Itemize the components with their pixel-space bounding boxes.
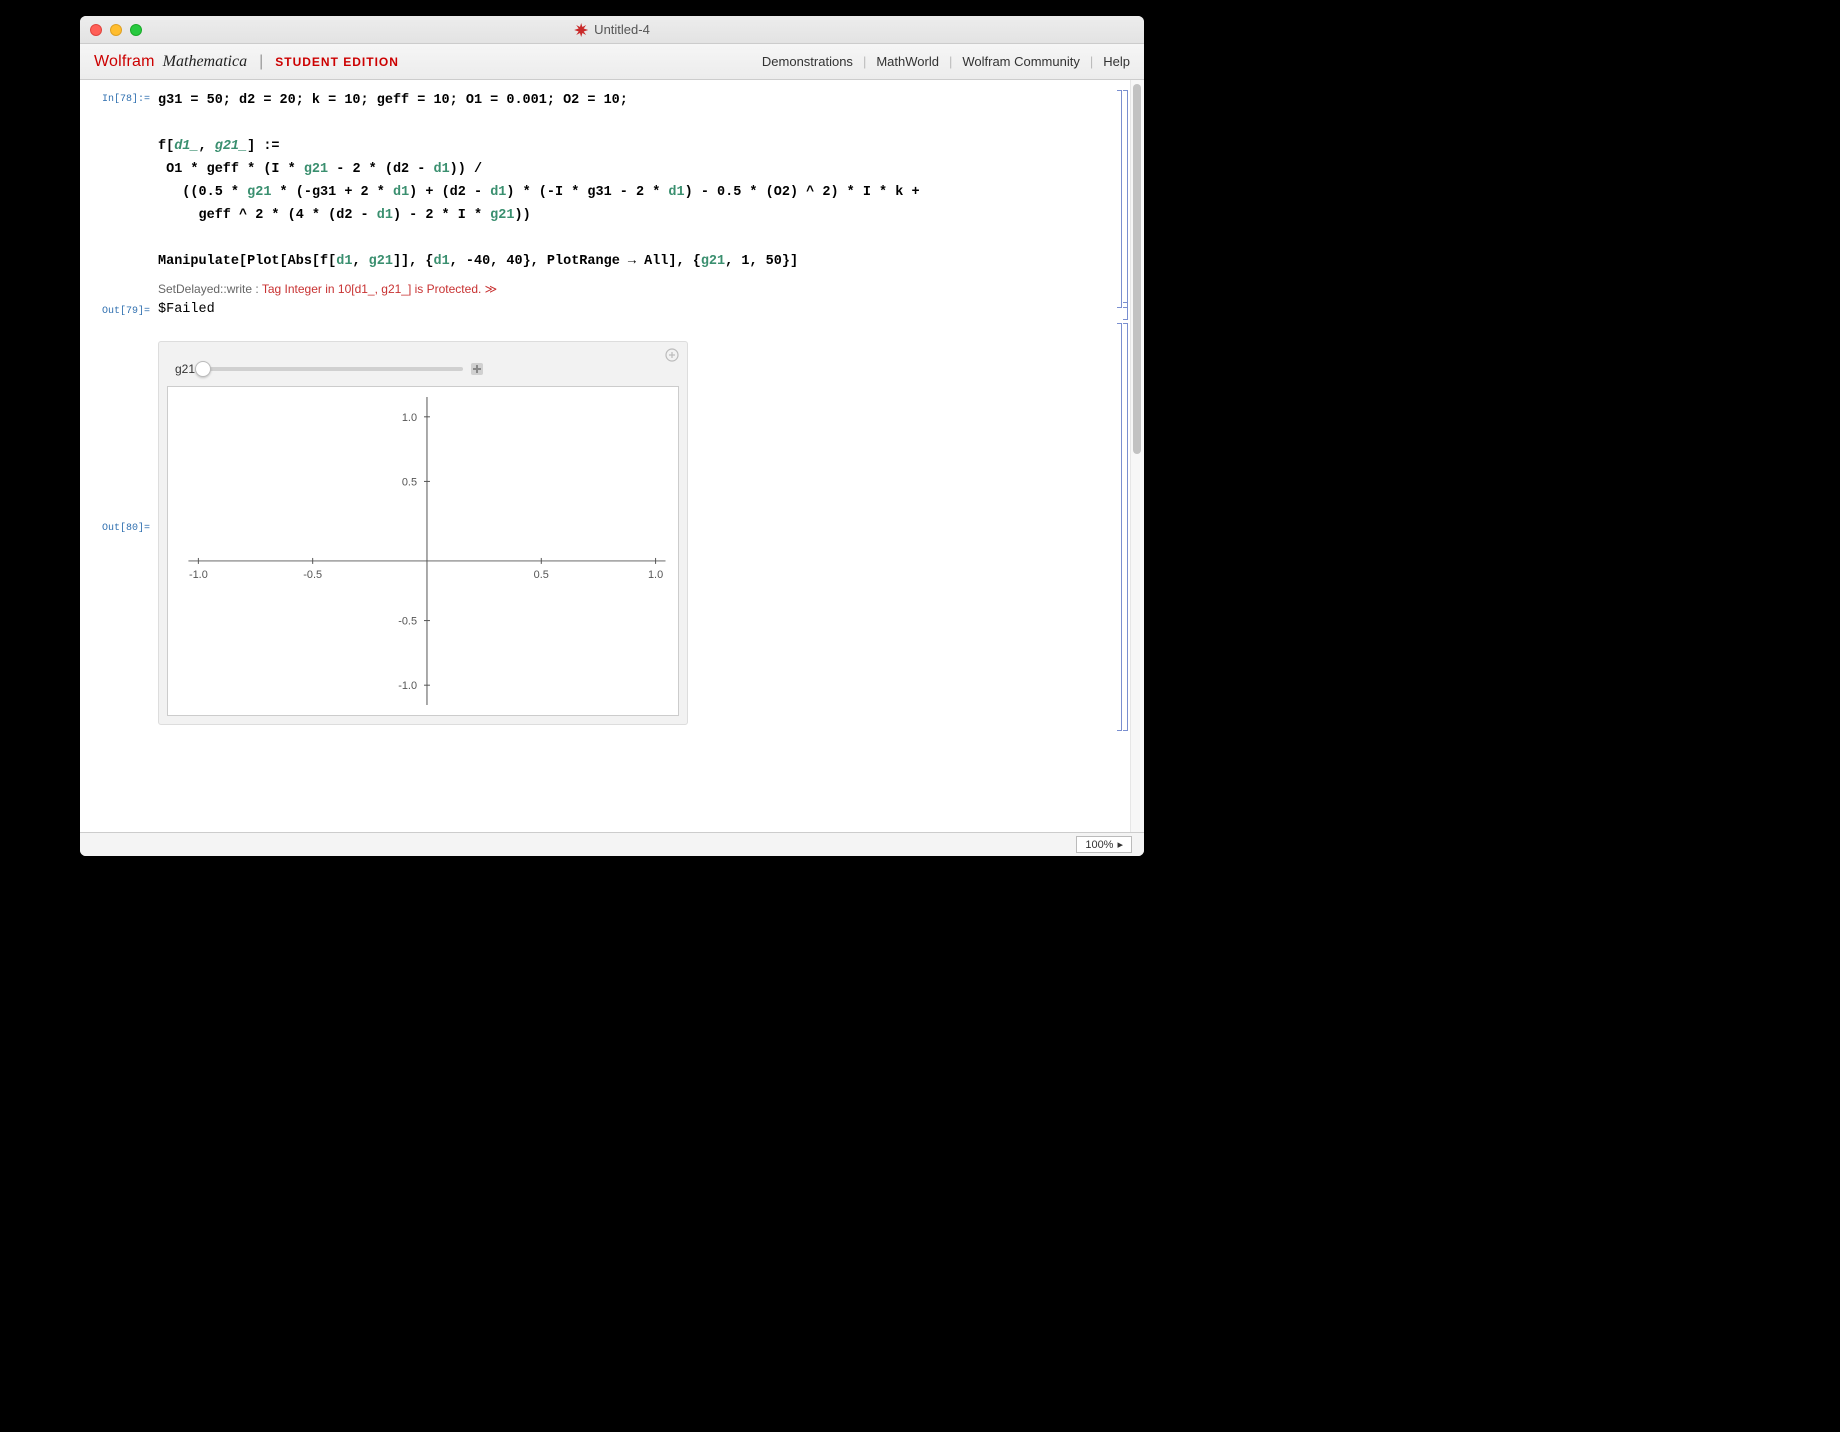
scrollbar[interactable] <box>1130 80 1144 832</box>
link-help[interactable]: Help <box>1103 54 1130 69</box>
brand-separator: | <box>255 53 267 71</box>
link-community[interactable]: Wolfram Community <box>962 54 1080 69</box>
traffic-lights <box>90 24 142 36</box>
zoom-button[interactable] <box>130 24 142 36</box>
toolbar-links: Demonstrations | MathWorld | Wolfram Com… <box>762 54 1130 69</box>
zoom-value: 100% <box>1085 839 1113 851</box>
output-cell-80: Out[80]= g21 <box>80 323 1130 725</box>
window-title: Untitled-4 <box>574 22 650 37</box>
code-line-6[interactable]: Manipulate[Plot[Abs[f[d1, g21]], {d1, -4… <box>158 251 1094 274</box>
code-line-4[interactable]: ((0.5 * g21 * (-g31 + 2 * d1) + (d2 - d1… <box>158 182 1094 205</box>
msg-body: Tag Integer in 10[d1_, g21_] is Protecte… <box>262 282 481 296</box>
plot-area: -1.0 -0.5 0.5 1.0 1.0 0.5 <box>167 386 679 716</box>
scrollbar-thumb[interactable] <box>1133 84 1141 454</box>
msg-more-icon[interactable]: ≫ <box>481 282 497 296</box>
manipulate-options-icon[interactable] <box>665 348 679 365</box>
slider-label: g21 <box>175 362 195 376</box>
slider-thumb[interactable] <box>195 361 211 377</box>
out80-label: Out[80]= <box>80 323 158 534</box>
code-line-2[interactable]: f[d1_, g21_] := <box>158 136 1094 159</box>
titlebar: Untitled-4 <box>80 16 1144 44</box>
brand: Wolfram Mathematica | STUDENT EDITION <box>94 53 399 71</box>
svg-text:0.5: 0.5 <box>402 476 417 488</box>
manipulate-panel: g21 <box>158 341 688 725</box>
svg-text:-0.5: -0.5 <box>303 568 322 580</box>
app-window: Untitled-4 Wolfram Mathematica | STUDENT… <box>80 16 1144 856</box>
out79-body[interactable]: $Failed <box>158 302 1114 317</box>
out80-body: g21 <box>158 323 1114 725</box>
svg-text:1.0: 1.0 <box>648 568 663 580</box>
svg-text:1.0: 1.0 <box>402 411 417 423</box>
input-body[interactable]: g31 = 50; d2 = 20; k = 10; geff = 10; O1… <box>158 90 1114 300</box>
brand-edition: STUDENT EDITION <box>275 55 399 69</box>
svg-text:-1.0: -1.0 <box>189 568 208 580</box>
svg-text:0.5: 0.5 <box>534 568 549 580</box>
svg-text:-0.5: -0.5 <box>398 615 417 627</box>
minimize-button[interactable] <box>110 24 122 36</box>
app-icon <box>574 23 588 37</box>
notebook[interactable]: In[78]:= g31 = 50; d2 = 20; k = 10; geff… <box>80 80 1130 832</box>
code-blank[interactable] <box>158 113 1094 136</box>
window-title-text: Untitled-4 <box>594 22 650 37</box>
code-line-1[interactable]: g31 = 50; d2 = 20; k = 10; geff = 10; O1… <box>158 90 1094 113</box>
empty-plot: -1.0 -0.5 0.5 1.0 1.0 0.5 <box>168 387 678 715</box>
out79-text: $Failed <box>158 302 1094 317</box>
svg-text:-1.0: -1.0 <box>398 680 417 692</box>
zoom-arrow-icon: ▸ <box>1117 838 1123 851</box>
error-message: SetDelayed::write : Tag Integer in 10[d1… <box>158 282 1094 296</box>
statusbar: 100% ▸ <box>80 832 1144 856</box>
brand-mathematica: Mathematica <box>163 53 247 71</box>
close-button[interactable] <box>90 24 102 36</box>
slider-g21[interactable] <box>203 367 463 371</box>
toolbar: Wolfram Mathematica | STUDENT EDITION De… <box>80 44 1144 80</box>
in-label: In[78]:= <box>80 90 158 105</box>
brand-wolfram: Wolfram <box>94 53 155 71</box>
msg-name: SetDelayed::write <box>158 282 252 296</box>
output-cell-79: Out[79]= $Failed <box>80 302 1130 317</box>
slider-row: g21 <box>167 350 679 386</box>
out79-label: Out[79]= <box>80 302 158 317</box>
link-demonstrations[interactable]: Demonstrations <box>762 54 853 69</box>
input-cell: In[78]:= g31 = 50; d2 = 20; k = 10; geff… <box>80 90 1130 300</box>
slider-expand-icon[interactable] <box>471 363 483 375</box>
code-line-5[interactable]: geff ^ 2 * (4 * (d2 - d1) - 2 * I * g21)… <box>158 205 1094 228</box>
code-blank-2[interactable] <box>158 228 1094 251</box>
zoom-control[interactable]: 100% ▸ <box>1076 836 1132 853</box>
code-line-3[interactable]: O1 * geff * (I * g21 - 2 * (d2 - d1)) / <box>158 159 1094 182</box>
link-mathworld[interactable]: MathWorld <box>876 54 939 69</box>
content-area: In[78]:= g31 = 50; d2 = 20; k = 10; geff… <box>80 80 1144 832</box>
